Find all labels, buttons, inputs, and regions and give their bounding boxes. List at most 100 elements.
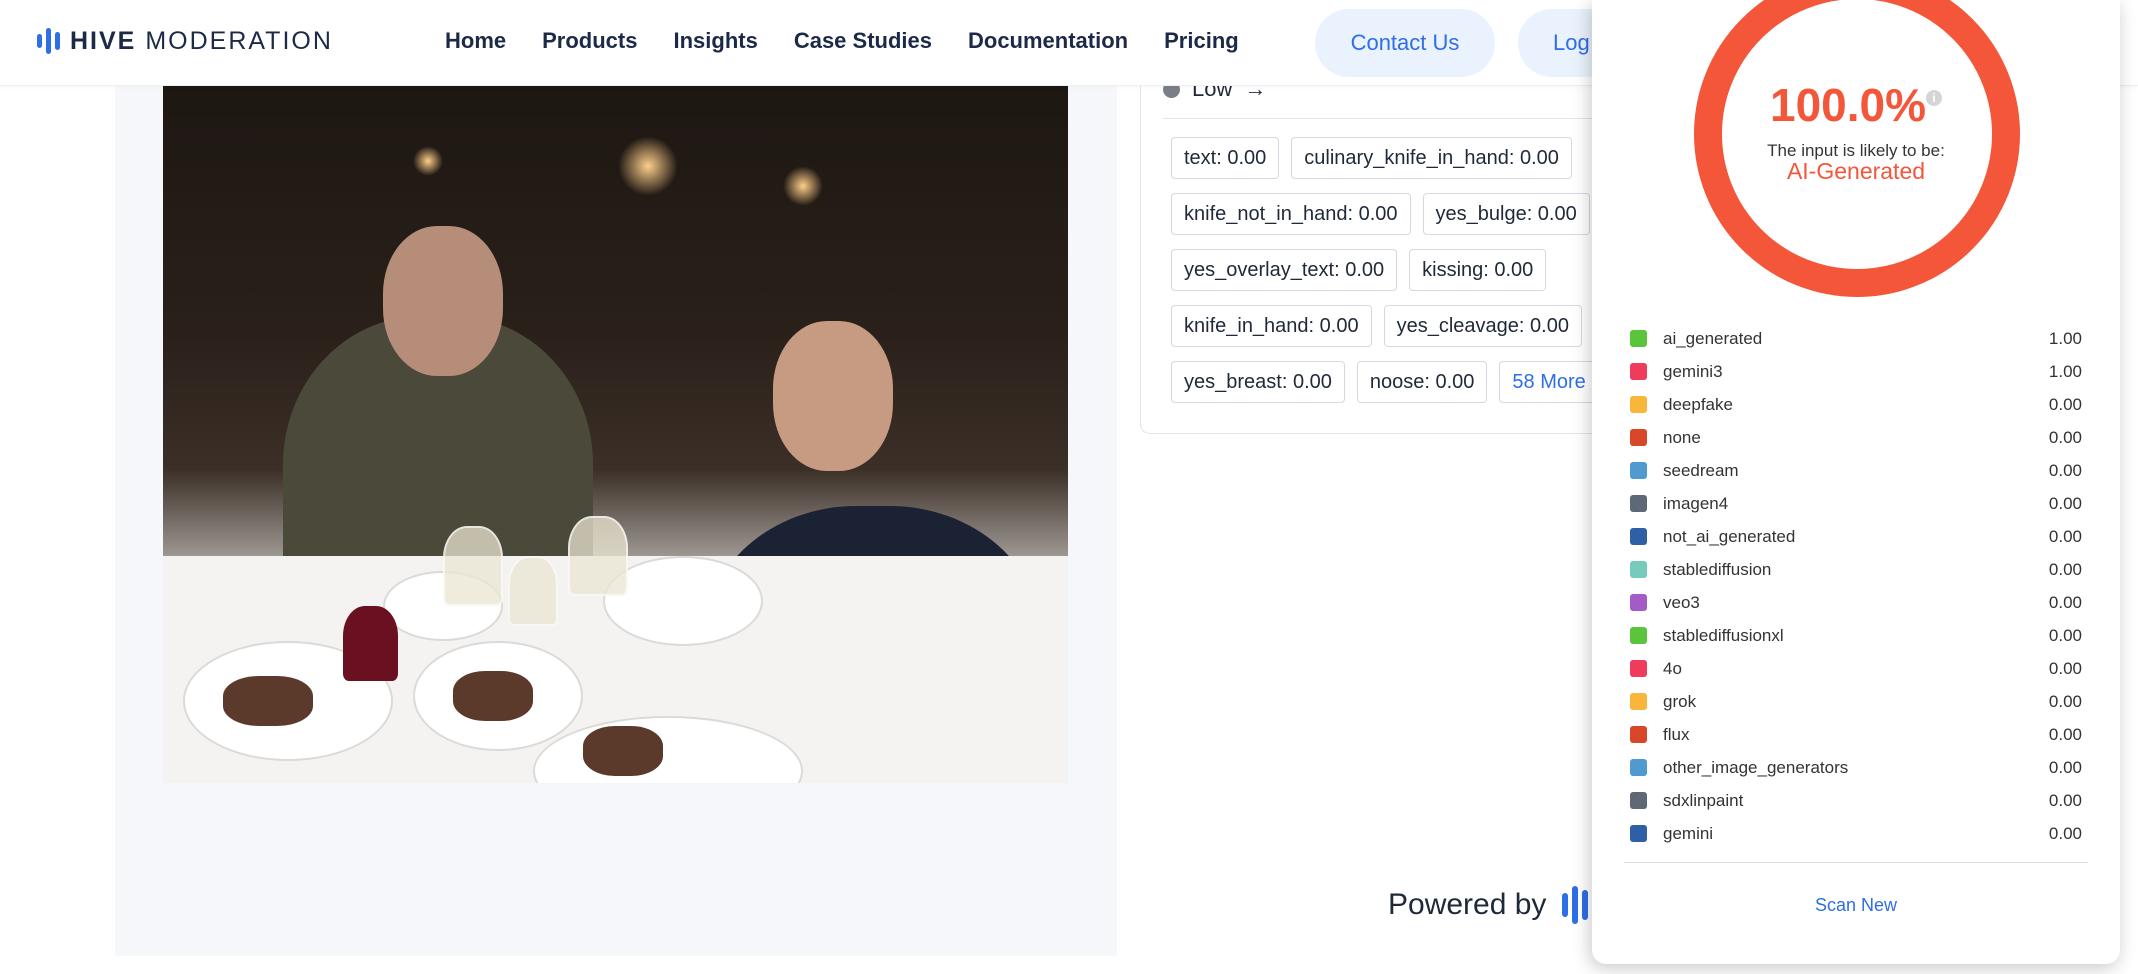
item-name: sdxlinpaint (1663, 790, 1744, 810)
list-item: none 0.00 (1630, 421, 2082, 454)
color-swatch (1630, 429, 1647, 446)
list-item: gemini 0.00 (1630, 817, 2082, 850)
item-name: not_ai_generated (1663, 526, 1796, 546)
ai-detection-popup: 100.0% i The input is likely to be: AI-Ge… (1592, 0, 2120, 964)
chip: yes_overlay_text: 0.00 (1171, 249, 1398, 291)
item-value: 0.00 (2048, 724, 2082, 744)
list-item: ai_generated 1.00 (1630, 322, 2082, 355)
item-name: other_image_generators (1663, 757, 1849, 777)
color-swatch (1630, 396, 1647, 413)
divider (1163, 118, 1610, 119)
class-chips: text: 0.00 culinary_knife_in_hand: 0.00 … (1171, 137, 1611, 417)
item-value: 0.00 (2048, 658, 2082, 678)
logo-text-light: MODERATION (145, 26, 333, 55)
chip: yes_breast: 0.00 (1171, 361, 1345, 403)
logo-text-bold: HIVE (70, 26, 137, 55)
nav-pricing[interactable]: Pricing (1164, 26, 1239, 56)
hive-logo-icon (37, 26, 60, 56)
score-text: 100.0% (1769, 79, 1926, 131)
item-name: deepfake (1663, 394, 1733, 414)
item-value: 1.00 (2048, 361, 2082, 381)
item-value: 0.00 (2048, 790, 2082, 810)
item-name: flux (1663, 724, 1690, 744)
list-item: not_ai_generated 0.00 (1630, 520, 2082, 553)
item-value: 0.00 (2048, 559, 2082, 579)
item-name: veo3 (1663, 592, 1700, 612)
hive-logo[interactable]: HIVE MODERATION (37, 26, 333, 56)
item-name: stablediffusion (1663, 559, 1772, 579)
item-value: 0.00 (2048, 592, 2082, 612)
color-swatch (1630, 594, 1647, 611)
item-name: imagen4 (1663, 493, 1729, 513)
color-swatch (1630, 561, 1647, 578)
color-swatch (1630, 528, 1647, 545)
chip: knife_in_hand: 0.00 (1171, 305, 1372, 347)
list-item: seedream 0.00 (1630, 454, 2082, 487)
main-nav: Home Products Insights Case Studies Docu… (445, 26, 1239, 56)
info-icon[interactable]: i (1926, 90, 1942, 106)
item-name: grok (1663, 691, 1697, 711)
list-item: deepfake 0.00 (1630, 388, 2082, 421)
color-swatch (1630, 462, 1647, 479)
more-classes-button[interactable]: 58 More (1499, 361, 1599, 403)
color-swatch (1630, 726, 1647, 743)
list-item: grok 0.00 (1630, 685, 2082, 718)
hive-logo-icon (1562, 886, 1589, 924)
chip: noose: 0.00 (1356, 361, 1488, 403)
chip: text: 0.00 (1171, 137, 1280, 179)
chip: yes_bulge: 0.00 (1422, 193, 1590, 235)
list-item: other_image_generators 0.00 (1630, 751, 2082, 784)
item-name: gemini3 (1663, 361, 1723, 381)
color-swatch (1630, 627, 1647, 644)
item-value: 0.00 (2048, 823, 2082, 843)
color-swatch (1630, 693, 1647, 710)
chip: yes_cleavage: 0.00 (1383, 305, 1582, 347)
logo-text: HIVE MODERATION (70, 27, 333, 56)
item-value: 1.00 (2048, 328, 2082, 348)
nav-case-studies[interactable]: Case Studies (794, 26, 932, 56)
powered-by: Powered by (1388, 886, 1589, 924)
color-swatch (1630, 660, 1647, 677)
nav-products[interactable]: Products (542, 26, 637, 56)
chip: knife_not_in_hand: 0.00 (1171, 193, 1411, 235)
item-value: 0.00 (2048, 625, 2082, 645)
nav-home[interactable]: Home (445, 26, 506, 56)
uploaded-photo (163, 86, 1068, 783)
item-name: seedream (1663, 460, 1739, 480)
chip: kissing: 0.00 (1409, 249, 1547, 291)
item-name: 4o (1663, 658, 1682, 678)
item-value: 0.00 (2048, 427, 2082, 447)
item-name: gemini (1663, 823, 1714, 843)
item-name: stablediffusionxl (1663, 625, 1784, 645)
color-swatch (1630, 759, 1647, 776)
contact-us-button[interactable]: Contact Us (1315, 9, 1495, 77)
list-item: stablediffusionxl 0.00 (1630, 619, 2082, 652)
list-item: veo3 0.00 (1630, 586, 2082, 619)
item-value: 0.00 (2048, 394, 2082, 414)
scan-new-button[interactable]: Scan New (1592, 895, 2120, 916)
list-item: gemini3 1.00 (1630, 355, 2082, 388)
item-value: 0.00 (2048, 460, 2082, 480)
item-value: 0.00 (2048, 757, 2082, 777)
item-value: 0.00 (2048, 493, 2082, 513)
generator-list: ai_generated 1.00 gemini3 1.00 deepfake 0.00 n… (1630, 322, 2082, 850)
item-value: 0.00 (2048, 526, 2082, 546)
score-value: 100.0% i (1592, 78, 2120, 132)
list-item: 4o 0.00 (1630, 652, 2082, 685)
item-name: none (1663, 427, 1701, 447)
list-item: sdxlinpaint 0.00 (1630, 784, 2082, 817)
nav-insights[interactable]: Insights (673, 26, 757, 56)
item-value: 0.00 (2048, 691, 2082, 711)
divider (1624, 862, 2088, 863)
color-swatch (1630, 825, 1647, 842)
powered-by-label: Powered by (1388, 888, 1547, 921)
color-swatch (1630, 363, 1647, 380)
list-item: flux 0.00 (1630, 718, 2082, 751)
color-swatch (1630, 792, 1647, 809)
list-item: imagen4 0.00 (1630, 487, 2082, 520)
verdict-text: AI-Generated (1786, 158, 1926, 184)
list-item: stablediffusion 0.00 (1630, 553, 2082, 586)
nav-documentation[interactable]: Documentation (968, 26, 1128, 56)
chip: culinary_knife_in_hand: 0.00 (1291, 137, 1572, 179)
color-swatch (1630, 495, 1647, 512)
